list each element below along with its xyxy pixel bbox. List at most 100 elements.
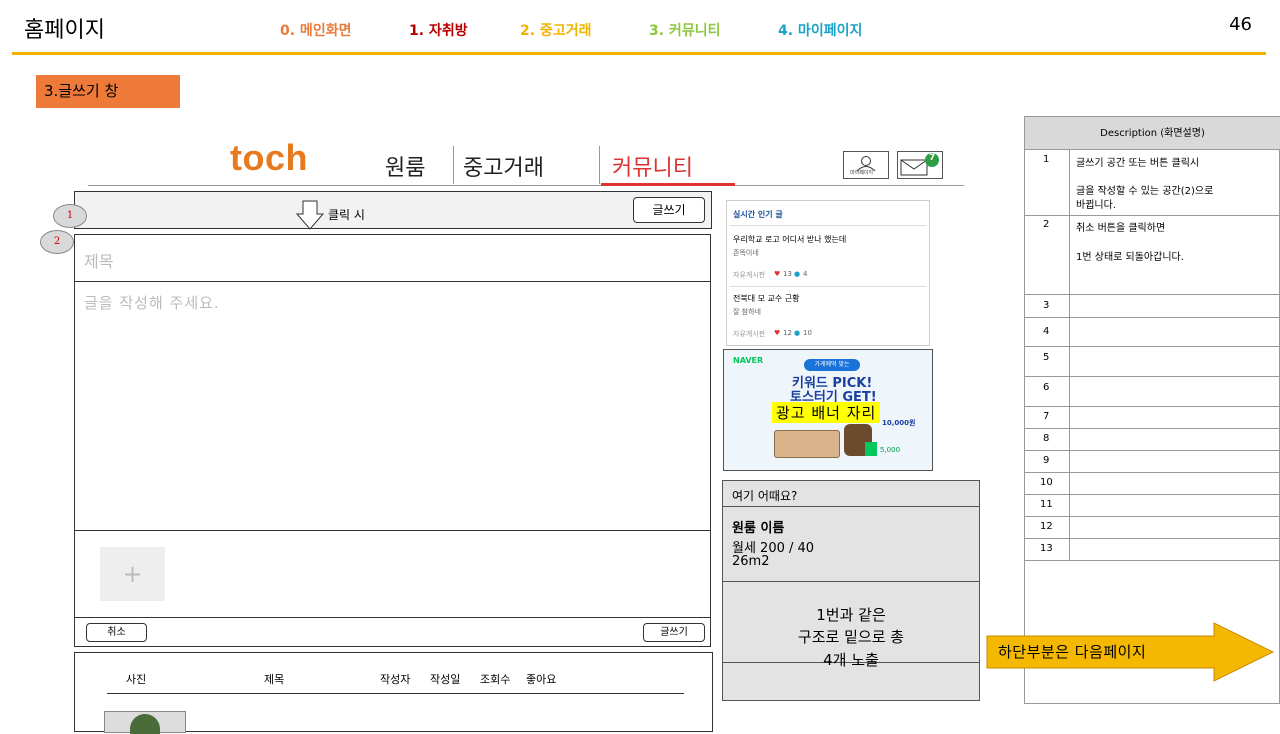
submit-button[interactable]: 글쓰기 bbox=[643, 623, 705, 642]
click-hint: 클릭 시 bbox=[328, 208, 365, 222]
tab-secondhand[interactable]: 중고거래 bbox=[463, 150, 544, 182]
mypage-button[interactable]: 마이페이지 bbox=[843, 151, 889, 179]
description-row-text: 바뀝니다. bbox=[1076, 200, 1116, 211]
tab-separator bbox=[453, 146, 454, 184]
mypage-label: 마이페이지 bbox=[850, 170, 874, 176]
description-row-text: 글을 작성할 수 있는 공간(2)으로 bbox=[1076, 186, 1214, 197]
list-header-divider bbox=[107, 693, 684, 694]
description-row-num: 12 bbox=[1040, 521, 1053, 532]
description-row-line bbox=[1025, 494, 1280, 495]
body-divider bbox=[75, 530, 710, 531]
header-divider bbox=[12, 52, 1266, 55]
description-row-line bbox=[1025, 346, 1280, 347]
col-title: 제목 bbox=[264, 673, 285, 686]
description-row-line bbox=[1025, 538, 1280, 539]
add-photo-button[interactable]: + bbox=[100, 547, 165, 601]
description-row-num: 1 bbox=[1043, 154, 1050, 165]
description-row-num: 8 bbox=[1043, 433, 1050, 444]
description-row-num: 5 bbox=[1043, 352, 1050, 363]
write-trigger-bar[interactable] bbox=[74, 191, 712, 229]
nav-mypage[interactable]: 4. 마이페이지 bbox=[778, 20, 862, 40]
marker-2: 2 bbox=[40, 230, 74, 254]
description-row-line bbox=[1025, 516, 1280, 517]
room-size: 26m2 bbox=[732, 554, 770, 569]
popular-post-comments: 10 bbox=[803, 329, 812, 337]
description-row-num: 9 bbox=[1043, 455, 1050, 466]
description-row-line bbox=[1025, 450, 1280, 451]
nav-room[interactable]: 1. 자취방 bbox=[409, 20, 468, 40]
nav-main[interactable]: 0. 메인화면 bbox=[280, 20, 351, 40]
popular-post-sub: 잘 참하네 bbox=[733, 308, 761, 316]
description-row-num: 4 bbox=[1043, 326, 1050, 337]
tab-community[interactable]: 커뮤니티 bbox=[612, 150, 693, 182]
recommend-divider bbox=[723, 581, 979, 582]
tab-oneroom[interactable]: 원룸 bbox=[385, 150, 425, 182]
description-row-line bbox=[1025, 376, 1280, 377]
like-icon: ♥ bbox=[774, 329, 781, 337]
description-row-line bbox=[1025, 406, 1280, 407]
ad-pill: 가게에딱 맞는 bbox=[804, 359, 860, 371]
description-row-line bbox=[1025, 428, 1280, 429]
title-divider bbox=[75, 281, 710, 282]
naver-pay-icon bbox=[865, 442, 877, 456]
mail-badge: 7 bbox=[929, 153, 936, 163]
ad-amount: 10,000원 bbox=[882, 419, 916, 427]
description-row-num: 10 bbox=[1040, 477, 1053, 488]
recommend-title: 여기 어때요? bbox=[732, 489, 798, 503]
col-date: 작성일 bbox=[430, 673, 461, 686]
popular-post-board: 자유게시판 bbox=[733, 330, 766, 338]
recommend-note-1: 1번과 같은 bbox=[816, 606, 886, 624]
col-photo: 사진 bbox=[126, 673, 147, 686]
description-header: Description (화면설명) bbox=[1025, 117, 1280, 150]
description-row-num: 6 bbox=[1043, 382, 1050, 393]
popular-post-sub: 존똑이네 bbox=[733, 249, 759, 257]
description-row-text: 1번 상태로 되돌아갑니다. bbox=[1076, 252, 1184, 263]
marker-1: 1 bbox=[53, 204, 87, 228]
active-tab-indicator bbox=[601, 183, 735, 186]
title-input[interactable]: 제목 bbox=[84, 248, 113, 272]
nav-community[interactable]: 3. 커뮤니티 bbox=[649, 20, 720, 40]
next-page-label: 하단부분은 다음페이지 bbox=[998, 643, 1147, 661]
col-likes: 좋아요 bbox=[526, 673, 557, 686]
site-nav-divider bbox=[88, 185, 964, 186]
recommend-note-2: 구조로 밑으로 총 bbox=[797, 628, 905, 646]
section-label: 3.글쓰기 창 bbox=[36, 75, 180, 108]
mail-icon bbox=[900, 153, 939, 176]
description-panel bbox=[1024, 116, 1280, 704]
ad-price: 5,000 bbox=[880, 446, 901, 454]
page-number: 46 bbox=[1229, 14, 1252, 35]
ad-banner[interactable]: NAVER 가게에딱 맞는 키워드 PICK! 토스터기 GET! 10,000… bbox=[723, 349, 933, 471]
description-row-line bbox=[1025, 472, 1280, 473]
description-row-num: 2 bbox=[1043, 219, 1050, 230]
ad-placeholder-label: 광고 배너 자리 bbox=[772, 402, 881, 423]
write-button[interactable]: 글쓰기 bbox=[633, 197, 705, 223]
description-row-num: 3 bbox=[1043, 300, 1050, 311]
actions-divider bbox=[75, 617, 710, 618]
description-row-line bbox=[1025, 215, 1280, 216]
room-name[interactable]: 원룸 이름 bbox=[732, 517, 784, 536]
post-thumbnail[interactable] bbox=[104, 711, 186, 734]
site-logo[interactable]: toch bbox=[230, 137, 308, 179]
cancel-button[interactable]: 취소 bbox=[86, 623, 147, 642]
thumbnail-image bbox=[130, 714, 160, 734]
popular-divider bbox=[730, 286, 926, 287]
nav-secondhand[interactable]: 2. 중고거래 bbox=[520, 20, 591, 40]
mail-button[interactable]: 7 bbox=[897, 151, 943, 179]
description-row-text: 취소 버튼을 클릭하면 bbox=[1076, 223, 1166, 234]
description-row-line bbox=[1025, 294, 1280, 295]
popular-post-title[interactable]: 우리학교 로고 어디서 받나 했는데 bbox=[733, 234, 846, 245]
popular-divider bbox=[730, 225, 926, 226]
description-row-num: 11 bbox=[1040, 499, 1053, 510]
popular-post-board: 자유게시판 bbox=[733, 271, 766, 279]
col-views: 조회수 bbox=[480, 673, 511, 686]
comment-icon: ● bbox=[794, 329, 801, 337]
popular-post-likes: 12 bbox=[783, 329, 792, 337]
body-textarea[interactable]: 글을 작성해 주세요. bbox=[84, 292, 220, 313]
comment-icon: ● bbox=[794, 270, 801, 278]
ad-brand: NAVER bbox=[733, 356, 764, 365]
recommend-divider bbox=[723, 506, 979, 507]
description-column-line bbox=[1069, 150, 1070, 560]
popular-title: 실시간 인기 글 bbox=[733, 210, 783, 219]
description-row-text: 글쓰기 공간 또는 버튼 클릭시 bbox=[1076, 158, 1200, 169]
popular-post-title[interactable]: 전북대 모 교수 근황 bbox=[733, 293, 800, 304]
